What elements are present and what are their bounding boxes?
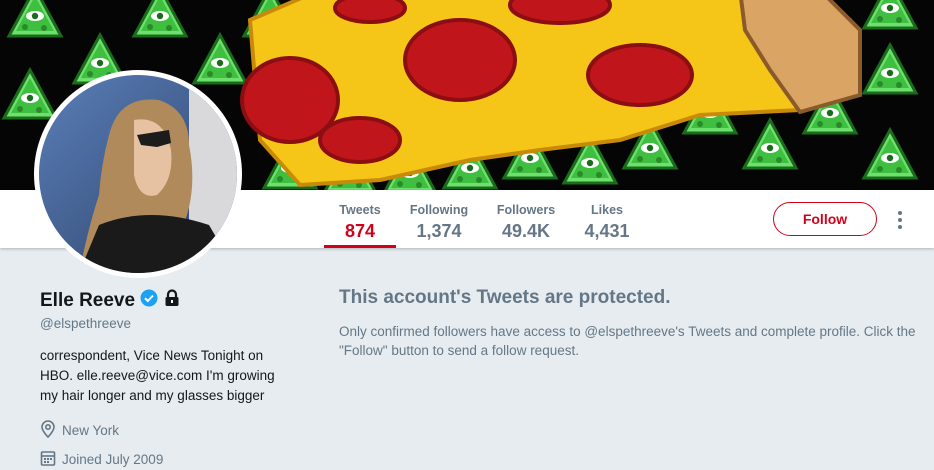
stat-label: Tweets: [339, 203, 381, 217]
verified-badge-icon: [140, 289, 158, 313]
stat-value: 1,374: [416, 221, 462, 241]
stat-likes[interactable]: Likes 4,431: [579, 202, 635, 242]
stat-following[interactable]: Following 1,374: [405, 202, 473, 242]
stat-value: 4,431: [584, 221, 630, 241]
stat-value: 874: [344, 221, 376, 241]
profile-location: New York: [40, 420, 119, 441]
profile-name: Elle Reeve: [40, 289, 180, 313]
profile-joined: Joined July 2009: [40, 449, 163, 470]
stat-label: Following: [409, 203, 469, 217]
stat-followers[interactable]: Followers 49.4K: [493, 202, 559, 242]
calendar-icon: [40, 449, 62, 470]
location-pin-icon: [40, 420, 62, 441]
location-text: New York: [62, 423, 120, 438]
lock-icon: [164, 289, 180, 313]
stat-label: Likes: [591, 203, 623, 217]
profile-avatar[interactable]: [34, 70, 242, 278]
profile-bio: correspondent, Vice News Tonight on HBO.…: [40, 348, 275, 403]
follow-button[interactable]: Follow: [773, 202, 877, 236]
stat-label: Followers: [496, 203, 556, 217]
protected-body: Only confirmed followers have access to …: [339, 324, 916, 358]
more-vertical-icon[interactable]: [892, 208, 908, 232]
profile-handle[interactable]: @elspethreeve: [40, 316, 131, 331]
avatar-photo: [39, 75, 237, 273]
active-tab-indicator: [324, 245, 396, 248]
protected-title: This account's Tweets are protected.: [339, 287, 671, 308]
stat-value: 49.4K: [501, 221, 551, 241]
display-name[interactable]: Elle Reeve: [40, 290, 135, 312]
joined-text: Joined July 2009: [62, 452, 164, 467]
stat-tweets[interactable]: Tweets 874: [331, 202, 389, 242]
